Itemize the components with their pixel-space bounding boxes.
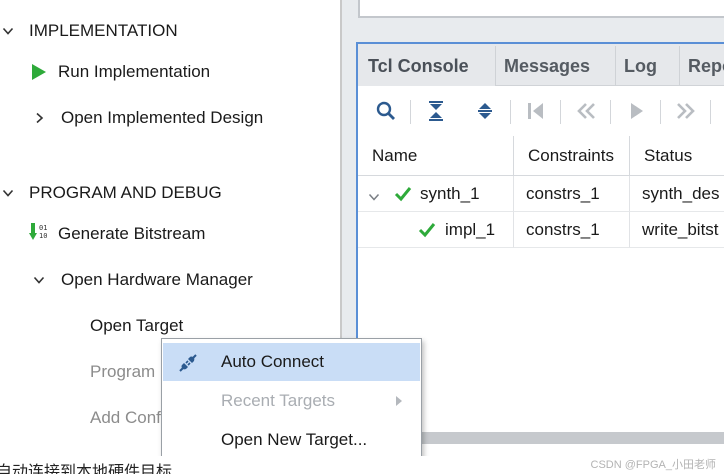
tab-reports[interactable]: Repo	[678, 46, 724, 86]
tab-messages[interactable]: Messages	[494, 46, 616, 86]
svg-text:01: 01	[39, 224, 47, 232]
console-tabbar: Tcl Console Messages Log Repo	[358, 44, 724, 86]
open-hardware-manager-item[interactable]: Open Hardware Manager	[0, 266, 330, 294]
chevron-right-icon[interactable]	[31, 110, 47, 126]
add-configuration-label: Add Conf	[90, 408, 161, 427]
toolbar-divider	[660, 100, 661, 124]
console-toolbar	[358, 88, 724, 134]
open-implemented-design-item[interactable]: Open Implemented Design	[0, 104, 330, 132]
recent-targets-label: Recent Targets	[221, 391, 336, 410]
plug-connect-icon	[177, 352, 199, 374]
caption-strip: 自动连接到本地硬件目标 CSDN @FPGA_小田老师	[0, 456, 724, 474]
toolbar-divider	[410, 100, 411, 124]
svg-text:10: 10	[39, 232, 47, 240]
run-name: synth_1	[420, 183, 480, 203]
program-device-label: Program	[90, 362, 156, 381]
check-icon	[418, 222, 436, 238]
run-implementation-label: Run Implementation	[58, 62, 211, 81]
toolbar-divider	[610, 100, 611, 124]
tab-tcl-console[interactable]: Tcl Console	[358, 46, 496, 86]
column-header-constraints[interactable]: Constraints	[514, 136, 630, 176]
upper-panel	[358, 0, 724, 18]
open-new-target-menu-item[interactable]: Open New Target...	[163, 421, 420, 459]
collapse-all-icon[interactable]	[423, 98, 449, 124]
run-status: write_bitst	[630, 212, 724, 248]
run-status: synth_des	[630, 176, 724, 212]
toolbar-divider	[710, 100, 711, 124]
section-program-and-debug[interactable]: PROGRAM AND DEBUG	[0, 179, 330, 207]
generate-bitstream-label: Generate Bitstream	[58, 224, 206, 243]
column-header-status[interactable]: Status	[630, 136, 724, 176]
bitstream-icon: 01 10	[29, 222, 51, 244]
auto-connect-menu-item[interactable]: Auto Connect	[163, 343, 420, 381]
run-name: impl_1	[445, 219, 496, 239]
table-row[interactable]: impl_1	[358, 212, 514, 248]
run-constraints: constrs_1	[514, 212, 630, 248]
toolbar-divider	[560, 100, 561, 124]
recent-targets-menu-item[interactable]: Recent Targets	[163, 382, 420, 420]
open-target-item[interactable]: Open Target	[0, 312, 330, 340]
auto-connect-label: Auto Connect	[221, 352, 325, 371]
open-new-target-label: Open New Target...	[221, 430, 368, 449]
context-menu: Auto Connect Recent Targets Open New Tar…	[161, 338, 422, 462]
open-hardware-manager-label: Open Hardware Manager	[61, 270, 253, 289]
tab-log[interactable]: Log	[614, 46, 680, 86]
chevron-down-icon[interactable]	[0, 185, 16, 201]
generate-bitstream-item[interactable]: 01 10 Generate Bitstream	[0, 220, 330, 248]
next-page-icon[interactable]	[673, 98, 699, 124]
run-constraints: constrs_1	[514, 176, 630, 212]
figure-caption: 自动连接到本地硬件目标	[0, 462, 173, 474]
section-header-implementation: IMPLEMENTATION	[29, 21, 178, 40]
section-header-program-debug: PROGRAM AND DEBUG	[29, 183, 222, 202]
play-icon	[31, 63, 47, 81]
watermark: CSDN @FPGA_小田老师	[590, 459, 716, 471]
first-page-icon[interactable]	[523, 98, 549, 124]
previous-page-icon[interactable]	[573, 98, 599, 124]
next-icon[interactable]	[623, 98, 649, 124]
chevron-down-icon[interactable]	[31, 272, 47, 288]
table-row[interactable]: synth_1	[358, 176, 514, 212]
column-header-name[interactable]: Name	[358, 136, 514, 176]
submenu-arrow-icon	[396, 396, 402, 406]
run-implementation-item[interactable]: Run Implementation	[0, 58, 330, 86]
toolbar-divider	[510, 100, 511, 124]
open-target-label: Open Target	[90, 316, 184, 335]
search-icon[interactable]	[373, 98, 399, 124]
check-icon	[394, 186, 412, 202]
section-implementation[interactable]: IMPLEMENTATION	[0, 17, 330, 45]
chevron-down-icon[interactable]	[368, 188, 380, 201]
open-implemented-design-label: Open Implemented Design	[61, 108, 264, 127]
expand-all-icon[interactable]	[472, 98, 498, 124]
chevron-down-icon[interactable]	[0, 23, 16, 39]
